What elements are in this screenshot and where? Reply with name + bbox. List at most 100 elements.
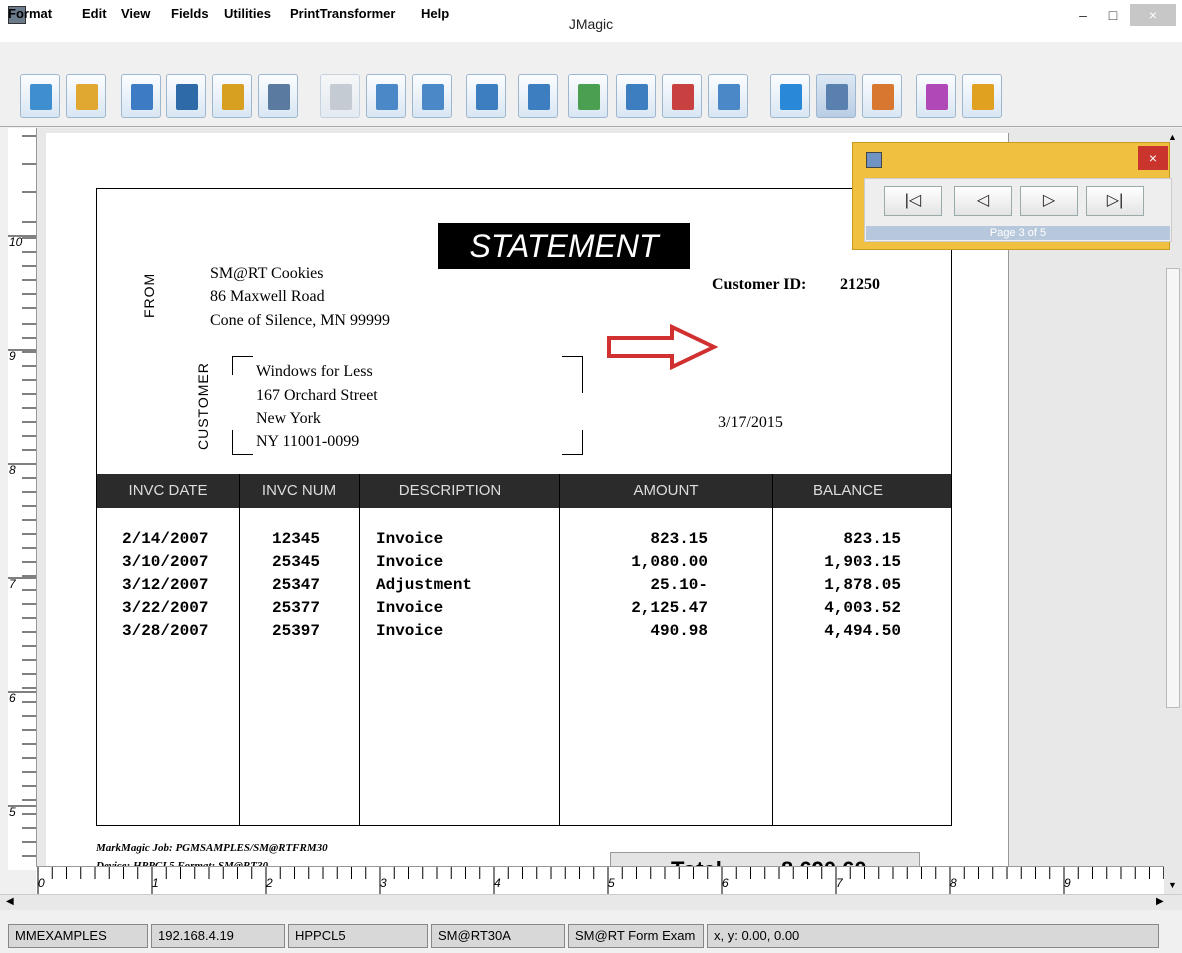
vertical-scroll-thumb[interactable] — [1166, 268, 1180, 708]
redo-button[interactable] — [962, 74, 1002, 118]
cell-balance[interactable]: 4,003.52 — [773, 599, 901, 617]
table-icon — [626, 84, 648, 110]
image-button[interactable] — [568, 74, 608, 118]
menu-edit[interactable]: Edit — [82, 6, 107, 21]
menu-fields[interactable]: Fields — [171, 6, 209, 21]
cell-desc[interactable]: Adjustment — [376, 576, 472, 594]
cell-num[interactable]: 25345 — [272, 553, 320, 571]
menu-printtransformer[interactable]: PrintTransformer — [290, 6, 395, 21]
previous-page-button[interactable]: ◁ — [954, 186, 1012, 216]
status-device: HPPCL5 — [288, 924, 428, 948]
menu-bar — [0, 42, 1182, 68]
horizontal-scrollbar[interactable]: ◀ ▶ — [0, 894, 1182, 911]
from-line[interactable]: Cone of Silence, MN 99999 — [210, 312, 390, 330]
customer-line[interactable]: 167 Orchard Street — [256, 387, 378, 405]
database-button[interactable] — [212, 74, 252, 118]
menu-format[interactable]: Format — [8, 6, 52, 21]
cell-balance[interactable]: 1,878.05 — [773, 576, 901, 594]
job-info[interactable]: MarkMagic Job: PGMSAMPLES/SM@RTFRM30 — [96, 842, 328, 854]
statement-title[interactable]: STATEMENT — [438, 223, 690, 269]
column-divider — [559, 474, 560, 826]
text-field-button[interactable] — [366, 74, 406, 118]
cell-date[interactable]: 3/22/2007 — [122, 599, 232, 617]
table-button[interactable] — [616, 74, 656, 118]
undo-button[interactable] — [916, 74, 956, 118]
column-header[interactable]: AMOUNT — [560, 474, 772, 508]
grid-button[interactable] — [770, 74, 810, 118]
cell-amount[interactable]: 2,125.47 — [560, 599, 708, 617]
save-button[interactable] — [121, 74, 161, 118]
from-line[interactable]: 86 Maxwell Road — [210, 288, 325, 306]
open-button[interactable] — [66, 74, 106, 118]
ruler-label: 1 — [152, 876, 159, 890]
new-form-button[interactable] — [20, 74, 60, 118]
page-indicator: Page 3 of 5 — [866, 226, 1170, 240]
cell-amount[interactable]: 823.15 — [560, 530, 708, 548]
statement-date[interactable]: 3/17/2015 — [718, 414, 783, 432]
navigator-close-button[interactable]: × — [1138, 146, 1168, 170]
last-page-button[interactable]: ▷| — [1086, 186, 1144, 216]
device-info[interactable]: Device: HPPCL5 Format: SM@RT30 — [96, 860, 356, 866]
customer-id-value[interactable]: 21250 — [840, 276, 880, 294]
cell-balance[interactable]: 823.15 — [773, 530, 901, 548]
menu-utilities[interactable]: Utilities — [224, 6, 271, 21]
cell-amount[interactable]: 1,080.00 — [560, 553, 708, 571]
cell-num[interactable]: 12345 — [272, 530, 320, 548]
maximize-button[interactable]: □ — [1098, 4, 1128, 26]
customer-line[interactable]: Windows for Less — [256, 363, 373, 381]
cell-desc[interactable]: Invoice — [376, 530, 443, 548]
cell-balance[interactable]: 4,494.50 — [773, 622, 901, 640]
cell-desc[interactable]: Invoice — [376, 599, 443, 617]
customer-id-label[interactable]: Customer ID: — [712, 276, 806, 294]
multi-text-button[interactable] — [412, 74, 452, 118]
page-button[interactable] — [708, 74, 748, 118]
cell-desc[interactable]: Invoice — [376, 553, 443, 571]
first-page-button[interactable]: |◁ — [884, 186, 942, 216]
cell-amount[interactable]: 490.98 — [560, 622, 708, 640]
box-button[interactable] — [466, 74, 506, 118]
total-box[interactable]: Total 8,690.60 — [610, 852, 920, 866]
scroll-up-icon[interactable]: ▲ — [1168, 132, 1177, 142]
cell-date[interactable]: 2/14/2007 — [122, 530, 232, 548]
menu-help[interactable]: Help — [421, 6, 449, 21]
barcode-button[interactable] — [258, 74, 298, 118]
menu-view[interactable]: View — [121, 6, 150, 21]
check-button[interactable] — [816, 74, 856, 118]
status-ip: 192.168.4.19 — [151, 924, 285, 948]
print-button[interactable] — [166, 74, 206, 118]
cell-num[interactable]: 25347 — [272, 576, 320, 594]
column-header[interactable]: INVC NUM — [240, 474, 358, 508]
customer-line[interactable]: New York — [256, 410, 321, 428]
cell-desc[interactable]: Invoice — [376, 622, 443, 640]
cell-date[interactable]: 3/10/2007 — [122, 553, 232, 571]
bookmark-button[interactable] — [662, 74, 702, 118]
cell-num[interactable]: 25397 — [272, 622, 320, 640]
line-button[interactable] — [518, 74, 558, 118]
java-icon — [866, 152, 882, 168]
from-label[interactable]: FROM — [141, 273, 157, 318]
status-format: SM@RT30A — [431, 924, 565, 948]
horizontal-ruler — [36, 866, 1165, 895]
from-line[interactable]: SM@RT Cookies — [210, 265, 324, 283]
column-header[interactable]: BALANCE — [773, 474, 923, 508]
next-page-button[interactable]: ▷ — [1020, 186, 1078, 216]
ruler-label: 6 — [9, 691, 16, 705]
scroll-down-icon[interactable]: ▼ — [1168, 880, 1177, 890]
scroll-right-icon[interactable]: ▶ — [1156, 896, 1164, 907]
cell-date[interactable]: 3/12/2007 — [122, 576, 232, 594]
scroll-left-icon[interactable]: ◀ — [6, 896, 14, 907]
customer-line[interactable]: NY 11001-0099 — [256, 433, 359, 451]
cell-amount[interactable]: 25.10- — [560, 576, 708, 594]
copy-button[interactable] — [320, 74, 360, 118]
grid-icon — [780, 84, 802, 110]
column-header[interactable]: INVC DATE — [97, 474, 239, 508]
customer-label[interactable]: CUSTOMER — [195, 362, 211, 450]
cell-balance[interactable]: 1,903.15 — [773, 553, 901, 571]
select-button[interactable] — [862, 74, 902, 118]
cell-date[interactable]: 3/28/2007 — [122, 622, 232, 640]
minimize-button[interactable]: – — [1068, 4, 1098, 26]
close-button[interactable]: × — [1130, 4, 1176, 26]
column-header[interactable]: DESCRIPTION — [360, 474, 540, 508]
print-icon — [176, 84, 198, 110]
cell-num[interactable]: 25377 — [272, 599, 320, 617]
